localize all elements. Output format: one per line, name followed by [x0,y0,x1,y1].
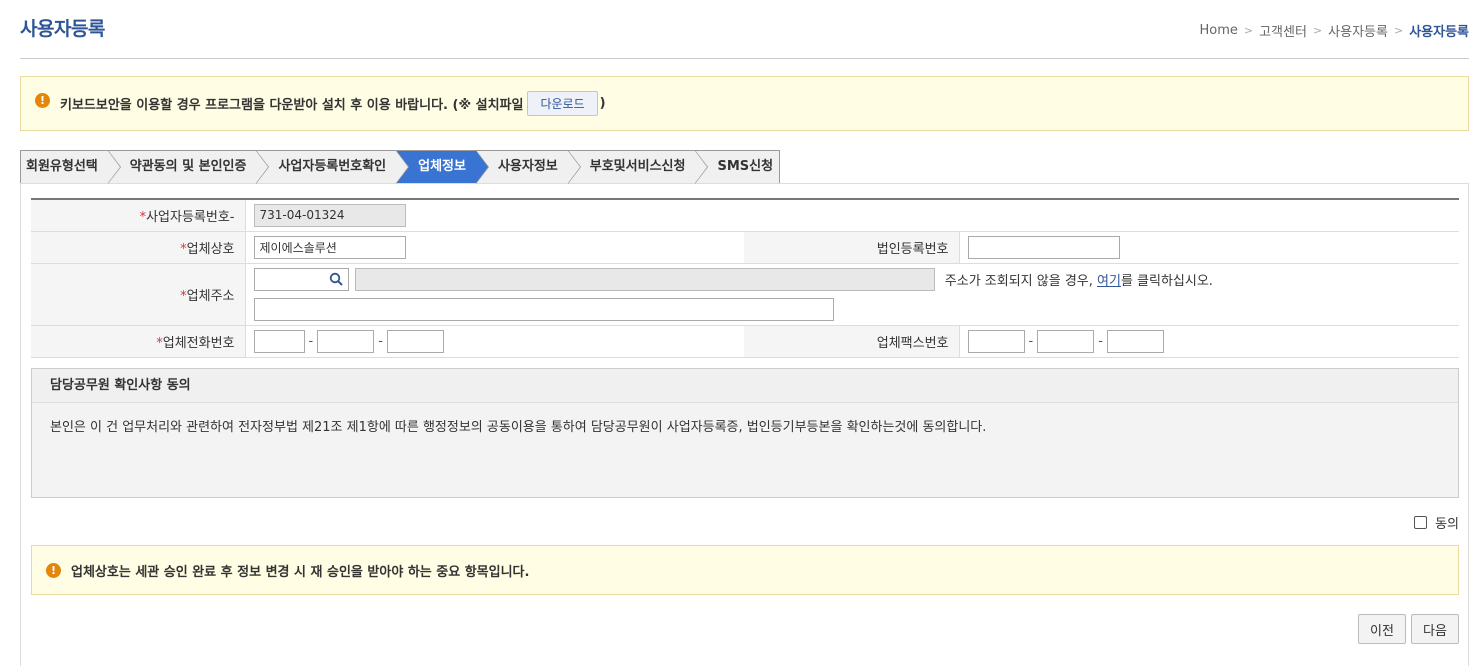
chevron-right-icon: > [1312,24,1323,37]
header-divider [20,58,1469,59]
warning-icon: ! [46,562,61,578]
consent-title: 담당공무원 확인사항 동의 [32,369,1458,403]
form-row-company-name: *업체상호 법인등록번호 [31,231,1459,264]
company-name-notice-text: 업체상호는 세관 승인 완료 후 정보 변경 시 재 승인을 받아야 하는 중요… [71,564,530,580]
fax-last-input[interactable] [1106,329,1164,353]
notice-close-paren: ) [599,96,606,111]
phone-area-input[interactable] [253,329,305,353]
phone-label: *업체전화번호 [31,325,246,358]
address-help-link[interactable]: 여기 [1097,274,1121,289]
agree-checkbox-group[interactable]: 동의 [1414,513,1459,532]
fax-area-input[interactable] [967,329,1025,353]
step-service-request: 부호및서비스신청 [567,150,709,184]
form-row-phone: *업체전화번호 -- 업체팩스번호 -- [31,325,1459,358]
prev-button[interactable]: 이전 [1358,614,1406,644]
company-info-form: *사업자등록번호- *업체상호 법인등록번호 *업체주소 주소가 조회되지 않을… [31,198,1459,358]
address-detail-input[interactable] [253,297,834,321]
chevron-right-icon: > [1243,24,1254,37]
biz-no-label: *사업자등록번호- [31,199,246,232]
postcode-search-input[interactable] [253,267,349,291]
chevron-right-icon: > [1393,24,1404,37]
phone-last-input[interactable] [386,329,444,353]
consent-body: 본인은 이 건 업무처리와 관련하여 전자정부법 제21조 제1항에 따른 행정… [50,420,987,435]
step-user-info: 사용자정보 [475,150,581,184]
step-terms-auth: 약관동의 및 본인인증 [107,150,270,184]
company-name-input[interactable] [253,235,406,259]
breadcrumb: Home > 고객센터 > 사용자등록 > 사용자등록 [1199,21,1469,40]
keyboard-security-notice: ! 키보드보안을 이용할 경우 프로그램을 다운받아 설치 후 이용 바랍니다.… [20,76,1469,131]
phone-mid-input[interactable] [317,329,375,353]
fax-label: 업체팩스번호 [744,325,960,358]
breadcrumb-customer-center[interactable]: 고객센터 [1259,21,1307,40]
address-help-text: 주소가 조회되지 않을 경우, 여기를 클릭하십시오. [944,273,1213,289]
company-name-notice: ! 업체상호는 세관 승인 완료 후 정보 변경 시 재 승인을 받아야 하는 … [31,545,1459,595]
step-biz-number: 사업자등록번호확인 [256,150,409,184]
agree-checkbox[interactable] [1414,516,1428,529]
corp-reg-input[interactable] [967,235,1120,259]
breadcrumb-home[interactable]: Home [1199,23,1237,38]
agree-label[interactable]: 동의 [1435,513,1459,532]
biz-no-input [253,203,406,227]
page-title: 사용자등록 [20,18,105,40]
warning-icon: ! [35,93,50,108]
search-icon[interactable] [329,272,343,286]
form-row-biz-no: *사업자등록번호- [31,199,1459,232]
company-name-label: *업체상호 [31,231,246,264]
corp-reg-label: 법인등록번호 [744,231,960,264]
breadcrumb-current: 사용자등록 [1409,25,1469,40]
form-row-address: *업체주소 주소가 조회되지 않을 경우, 여기를 클릭하십시오. [31,263,1459,326]
breadcrumb-user-registration[interactable]: 사용자등록 [1328,21,1388,40]
address-main-input [354,267,935,291]
keyboard-security-text: 키보드보안을 이용할 경우 프로그램을 다운받아 설치 후 이용 바랍니다. (… [60,98,524,113]
consent-box: 담당공무원 확인사항 동의 본인은 이 건 업무처리와 관련하여 전자정부법 제… [31,368,1459,498]
next-button[interactable]: 다음 [1411,614,1459,644]
registration-steps: 회원유형선택 약관동의 및 본인인증 사업자등록번호확인 업체정보 사용자정보 … [20,150,781,184]
download-button[interactable]: 다운로드 [527,91,598,116]
address-label: *업체주소 [31,263,246,326]
step-member-type: 회원유형선택 [21,150,121,184]
fax-mid-input[interactable] [1037,329,1095,353]
